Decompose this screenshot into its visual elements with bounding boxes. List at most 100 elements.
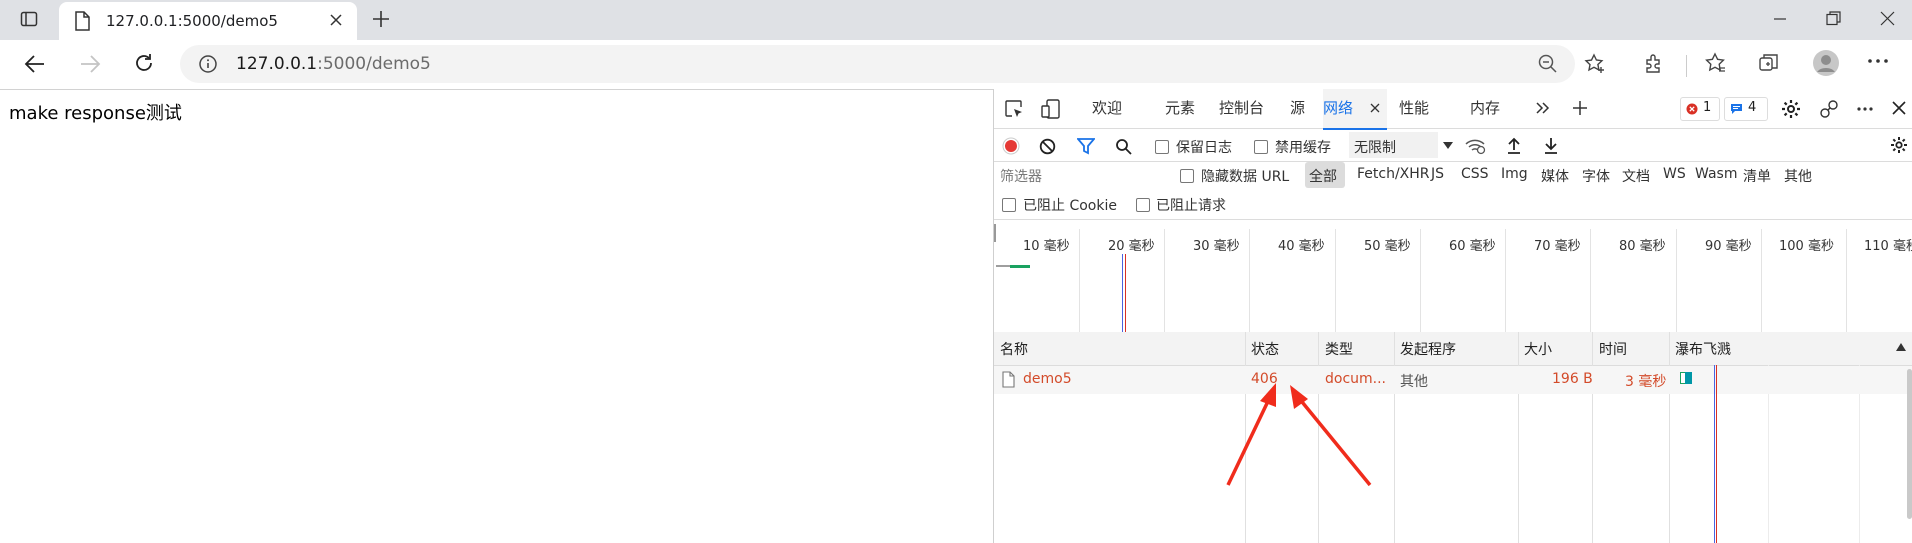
url-text[interactable]: 127.0.0.1:5000/demo5	[236, 54, 431, 74]
close-tab-icon[interactable]	[329, 13, 343, 27]
throttle-dropdown-icon[interactable]	[1443, 142, 1453, 149]
column-divider	[1394, 332, 1395, 543]
close-window-icon[interactable]	[1880, 11, 1895, 26]
tab-welcome[interactable]: 欢迎	[1092, 97, 1122, 118]
filter-type-ws[interactable]: WS	[1663, 166, 1686, 182]
tab-actions-icon[interactable]	[20, 10, 38, 28]
filter-type-fetch-xhr[interactable]: Fetch/XHR	[1357, 166, 1430, 182]
timeline-gridline	[1420, 229, 1421, 332]
timeline-tick: 80 毫秒	[1619, 239, 1666, 254]
disable-cache-checkbox[interactable]	[1254, 140, 1268, 154]
timeline-gridline	[1590, 229, 1591, 332]
tab-sources[interactable]: 源	[1290, 97, 1305, 118]
timeline-gridline	[1249, 229, 1250, 332]
disable-cache-label: 禁用缓存	[1275, 140, 1331, 156]
add-favorite-icon[interactable]	[1584, 53, 1606, 75]
tab-elements[interactable]: 元素	[1165, 97, 1195, 118]
waterfall-download-bar	[1685, 372, 1692, 384]
blocked-cookies-checkbox[interactable]	[1002, 198, 1016, 212]
request-name[interactable]: demo5	[1023, 371, 1072, 387]
waterfall-load-line	[1716, 365, 1717, 543]
blocked-requests-checkbox[interactable]	[1136, 198, 1150, 212]
filter-bar: 筛选器 隐藏数据 URL 全部 Fetch/XHR JS CSS Img 媒体 …	[994, 162, 1912, 190]
filter-input[interactable]: 筛选器	[995, 164, 1170, 186]
filter-type-js[interactable]: JS	[1431, 166, 1444, 182]
filter-type-font[interactable]: 字体	[1582, 166, 1610, 186]
profile-avatar[interactable]	[1812, 49, 1840, 77]
timeline-tick: 60 毫秒	[1449, 239, 1496, 254]
timeline-tick: 50 毫秒	[1364, 239, 1411, 254]
filter-type-manifest[interactable]: 清单	[1743, 166, 1771, 186]
timeline-request-waiting	[996, 265, 1010, 267]
filter-type-wasm[interactable]: Wasm	[1695, 166, 1737, 182]
hide-data-url-checkbox[interactable]	[1180, 169, 1194, 183]
refresh-icon[interactable]	[133, 52, 155, 74]
column-time[interactable]: 时间	[1599, 339, 1627, 359]
filter-type-css[interactable]: CSS	[1461, 166, 1489, 182]
blocked-filter-bar: 已阻止 Cookie 已阻止请求	[994, 190, 1912, 220]
request-initiator: 其他	[1400, 374, 1428, 390]
error-count: 1	[1703, 100, 1712, 115]
filter-type-img[interactable]: Img	[1501, 166, 1528, 182]
filter-type-media[interactable]: 媒体	[1541, 166, 1569, 186]
close-devtools-icon[interactable]	[1892, 101, 1906, 115]
filter-type-doc[interactable]: 文档	[1622, 166, 1650, 186]
devtools-settings-icon[interactable]	[1781, 99, 1801, 119]
restore-icon[interactable]	[1826, 11, 1841, 26]
clear-icon[interactable]	[1039, 138, 1056, 155]
import-har-icon[interactable]	[1507, 137, 1521, 154]
inspect-element-icon[interactable]	[1004, 99, 1024, 119]
column-name[interactable]: 名称	[1000, 339, 1028, 359]
error-icon	[1686, 103, 1698, 115]
tab-network[interactable]: 网络	[1323, 89, 1387, 130]
network-settings-icon[interactable]	[1890, 136, 1908, 154]
search-icon[interactable]	[1115, 138, 1132, 155]
red-arrow-left	[1226, 383, 1276, 486]
more-tabs-icon[interactable]	[1535, 101, 1551, 115]
timeline-gridline	[1079, 229, 1080, 332]
export-har-icon[interactable]	[1544, 137, 1558, 154]
message-count-badge[interactable]: 4	[1724, 97, 1768, 121]
add-tool-icon[interactable]	[1572, 100, 1588, 116]
minimize-icon[interactable]	[1773, 12, 1787, 26]
tab-memory[interactable]: 内存	[1470, 97, 1500, 118]
new-tab-icon[interactable]	[372, 10, 390, 28]
more-menu-icon[interactable]	[1867, 57, 1889, 65]
column-initiator[interactable]: 发起程序	[1400, 339, 1456, 359]
record-icon[interactable]	[1002, 137, 1020, 155]
throttle-value: 无限制	[1354, 140, 1396, 156]
close-network-tab-icon[interactable]	[1370, 103, 1380, 113]
site-info-icon[interactable]	[198, 54, 218, 74]
throttle-select[interactable]: 无限制	[1349, 132, 1438, 158]
sort-ascending-icon[interactable]	[1896, 343, 1906, 351]
column-status[interactable]: 状态	[1251, 339, 1279, 359]
connect-device-icon[interactable]	[1819, 99, 1839, 119]
waterfall-dcl-line	[1714, 365, 1715, 543]
back-icon[interactable]	[24, 53, 46, 75]
table-row[interactable]	[994, 366, 1912, 394]
network-conditions-icon[interactable]	[1465, 138, 1487, 155]
table-scrollbar[interactable]	[1907, 369, 1912, 519]
timeline-gridline	[1164, 229, 1165, 332]
filter-type-other[interactable]: 其他	[1784, 166, 1812, 186]
timeline-tick: 70 毫秒	[1534, 239, 1581, 254]
filter-icon[interactable]	[1077, 138, 1095, 155]
tab-console[interactable]: 控制台	[1219, 97, 1264, 118]
browser-tab[interactable]: 127.0.0.1:5000/demo5	[59, 2, 357, 40]
collections-icon[interactable]	[1758, 52, 1780, 74]
column-waterfall[interactable]: 瀑布飞溅	[1675, 339, 1731, 359]
error-count-badge[interactable]: 1	[1680, 97, 1720, 121]
devtools-more-icon[interactable]	[1856, 106, 1874, 112]
load-event-line	[1125, 254, 1126, 332]
column-size[interactable]: 大小	[1524, 339, 1552, 359]
zoom-out-icon[interactable]	[1538, 54, 1558, 74]
preserve-log-checkbox[interactable]	[1155, 140, 1169, 154]
tab-performance[interactable]: 性能	[1399, 97, 1429, 118]
favorites-icon[interactable]	[1704, 52, 1726, 74]
filter-type-all[interactable]: 全部	[1305, 162, 1345, 188]
device-emulation-icon[interactable]	[1041, 98, 1061, 120]
extensions-icon[interactable]	[1643, 52, 1665, 74]
timeline-tick: 20 毫秒	[1108, 239, 1155, 254]
red-arrow-right	[1290, 385, 1372, 487]
column-type[interactable]: 类型	[1325, 339, 1353, 359]
